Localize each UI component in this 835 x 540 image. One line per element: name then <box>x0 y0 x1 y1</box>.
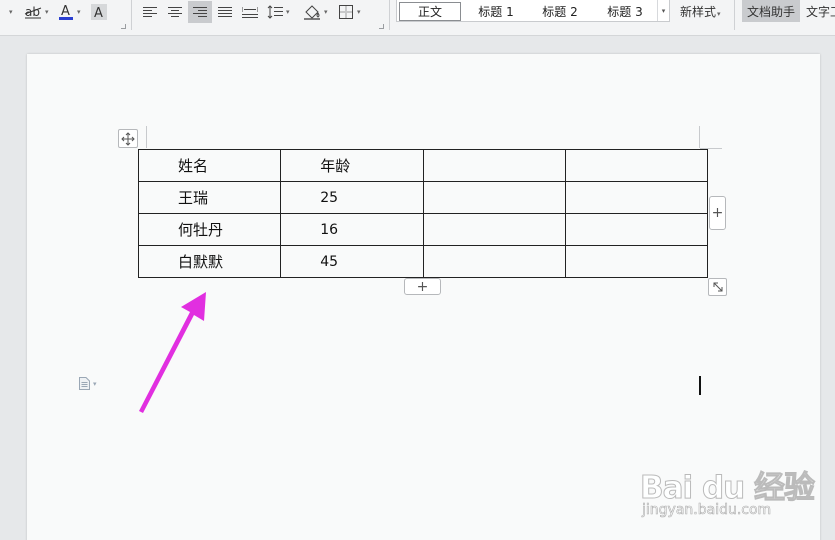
toolbar-separator <box>131 0 132 30</box>
group-dialog-launcher-icon[interactable] <box>121 24 126 29</box>
align-center-button[interactable] <box>165 1 185 23</box>
justify-button[interactable] <box>215 1 235 23</box>
chevron-down-icon[interactable]: ▾ <box>9 1 13 23</box>
table-row: 何牡丹 16 <box>137 213 709 246</box>
toolbar-separator <box>734 0 735 30</box>
font-color-button[interactable]: A <box>56 1 76 23</box>
table-cell[interactable] <box>422 213 566 246</box>
margin-marker-left <box>146 126 147 148</box>
table-cell[interactable]: 姓名 <box>137 149 282 182</box>
svg-text:A: A <box>94 6 103 20</box>
line-spacing-icon <box>267 5 283 19</box>
table-cell[interactable] <box>422 181 566 214</box>
table-row: 姓名 年龄 <box>137 149 709 182</box>
chevron-down-icon[interactable]: ▾ <box>77 1 81 23</box>
paragraph-layout-button[interactable]: ▾ <box>79 377 97 390</box>
group-dialog-launcher-icon[interactable] <box>379 24 384 29</box>
borders-icon <box>339 5 353 19</box>
borders-button[interactable] <box>337 1 355 23</box>
table-cell[interactable]: 年龄 <box>280 149 424 182</box>
table-cell[interactable]: 何牡丹 <box>137 213 282 246</box>
margin-marker-right <box>699 126 700 148</box>
paint-bucket-icon <box>304 5 320 20</box>
chevron-down-icon[interactable]: ▾ <box>45 1 49 23</box>
table-cell[interactable]: 王瑞 <box>137 181 282 214</box>
chevron-down-icon[interactable]: ▾ <box>324 1 328 23</box>
font-color-icon: A <box>59 4 73 20</box>
svg-text:A: A <box>61 4 70 19</box>
chevron-down-icon: ▾ <box>93 379 97 388</box>
move-arrows-icon <box>121 131 135 146</box>
table-cell[interactable] <box>422 245 566 278</box>
table-row: 白默默 45 <box>137 245 709 278</box>
document-icon <box>79 377 90 390</box>
chevron-down-icon: ▾ <box>661 6 666 15</box>
strikethrough-text-icon: ab <box>24 5 42 19</box>
table-cell[interactable] <box>564 213 709 246</box>
text-tool-button[interactable]: 文字工 <box>806 3 835 20</box>
style-heading-2[interactable]: 标题 2 <box>529 2 591 21</box>
doc-assistant-button[interactable]: 文档助手 <box>742 0 800 22</box>
table-resize-handle[interactable] <box>708 278 727 296</box>
resize-diagonal-icon <box>713 282 722 292</box>
table-cell[interactable]: 25 <box>280 181 424 214</box>
add-row-button[interactable]: + <box>404 278 441 295</box>
character-shading-button[interactable]: A <box>90 1 108 23</box>
align-left-button[interactable] <box>140 1 160 23</box>
align-right-icon <box>193 7 207 17</box>
svg-text:ab: ab <box>25 5 40 19</box>
style-gallery: 正文 标题 1 标题 2 标题 3 ▾ <box>396 0 670 22</box>
align-right-button[interactable] <box>188 1 212 23</box>
table-cell[interactable]: 白默默 <box>137 245 282 278</box>
text-cursor <box>699 376 701 395</box>
watermark-site: jingyan.baidu.com <box>642 502 772 519</box>
table-cell[interactable] <box>564 149 709 182</box>
style-heading-3[interactable]: 标题 3 <box>594 2 656 21</box>
new-style-button[interactable]: 新样式▾ <box>680 3 721 20</box>
distribute-button[interactable] <box>240 1 260 23</box>
align-left-icon <box>143 7 157 17</box>
watermark-brand: Bai du 经验 <box>639 470 815 507</box>
table-move-handle[interactable] <box>118 129 138 148</box>
watermark: Bai du 经验 jingyan.baidu.com <box>639 448 815 524</box>
table-cell[interactable] <box>564 181 709 214</box>
add-column-button[interactable]: + <box>709 196 726 230</box>
table-cell[interactable] <box>564 245 709 278</box>
paragraph-shading-button[interactable] <box>302 1 322 23</box>
character-shading-icon: A <box>91 4 107 20</box>
style-heading-1[interactable]: 标题 1 <box>465 2 527 21</box>
table-cell[interactable]: 45 <box>280 245 424 278</box>
chevron-down-icon[interactable]: ▾ <box>286 1 290 23</box>
new-style-label: 新样式 <box>680 5 717 19</box>
table-row: 王瑞 25 <box>137 181 709 214</box>
align-center-icon <box>168 7 182 17</box>
justify-icon <box>218 7 232 17</box>
table-cell[interactable]: 16 <box>280 213 424 246</box>
strikethrough-text-button[interactable]: ab <box>22 1 44 23</box>
gallery-expand-button[interactable]: ▾ <box>657 0 669 21</box>
chevron-down-icon[interactable]: ▾ <box>357 1 361 23</box>
style-normal[interactable]: 正文 <box>399 2 461 21</box>
toolbar-separator <box>389 0 390 30</box>
chevron-down-icon: ▾ <box>717 10 721 18</box>
line-spacing-button[interactable] <box>266 1 284 23</box>
ribbon-toolbar: ▾ ab ▾ A ▾ A ▾ ▾ ▾ 正文 标题 1 标题 2 标题 3 ▾ 新… <box>0 0 835 36</box>
table-cell[interactable] <box>422 149 566 182</box>
distribute-icon <box>242 7 258 18</box>
data-table[interactable]: 姓名 年龄 王瑞 25 何牡丹 16 白默默 45 <box>137 149 709 278</box>
